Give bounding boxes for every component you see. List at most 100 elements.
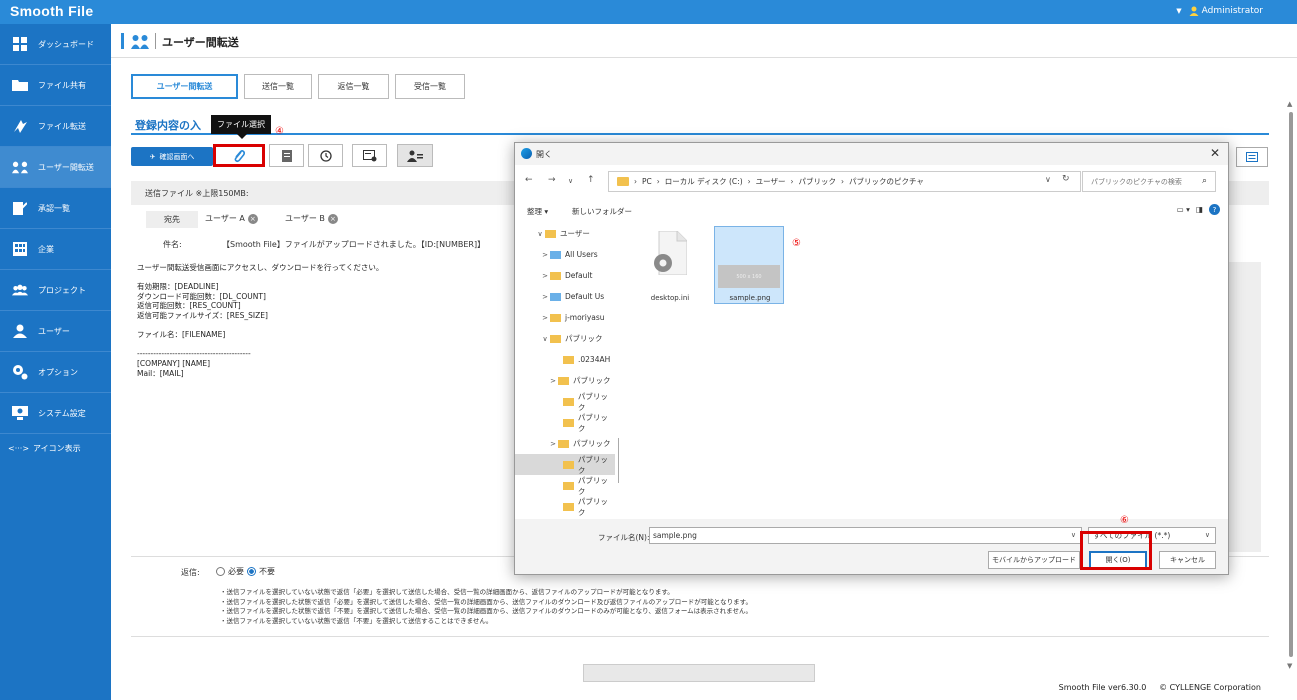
sidebar-item-dashboard[interactable]: ダッシュボード: [0, 24, 111, 65]
recipient-chip: ユーザー B ×: [285, 213, 338, 224]
file-item[interactable]: desktop.ini: [635, 227, 705, 305]
up-icon[interactable]: ↑: [587, 175, 595, 185]
address-bar[interactable]: › PC › ローカル ディスク (C:) › ユーザー › パブリック › パ…: [608, 171, 1081, 192]
folder-icon: [562, 502, 574, 511]
filename-input[interactable]: sample.png ∨: [649, 527, 1082, 544]
tree-scrollbar[interactable]: [618, 438, 619, 483]
sidebar-item-label: ファイル転送: [38, 121, 86, 131]
chevron-down-icon[interactable]: ∨: [568, 177, 573, 185]
tree-item[interactable]: パブリック: [515, 496, 615, 517]
tree-item[interactable]: > パブリック: [515, 433, 615, 454]
tree-item[interactable]: > All Users: [515, 244, 615, 265]
breadcrumb-item[interactable]: ユーザー: [756, 176, 786, 187]
scroll-down-icon[interactable]: ▼: [1287, 662, 1292, 670]
preview-pane-icon[interactable]: ◨: [1196, 205, 1203, 214]
step-marker-6: ⑥: [1120, 515, 1129, 526]
body-line: ユーザー間転送受信画面にアクセスし、ダウンロードを行ってください。: [137, 263, 384, 272]
sidebar-item-company[interactable]: 企業: [0, 229, 111, 270]
confirm-screen-button[interactable]: ✈ 確認画面へ: [131, 147, 213, 166]
tree-item[interactable]: ∨ パブリック: [515, 328, 615, 349]
file-item-selected[interactable]: 500 x 160 sample.png: [714, 226, 784, 304]
tab-received-list[interactable]: 受信一覧: [395, 74, 465, 99]
sidebar-item-label: システム設定: [38, 408, 86, 418]
tree-item[interactable]: > Default: [515, 265, 615, 286]
browser-icon: [521, 148, 532, 159]
breadcrumb-item[interactable]: PC: [642, 177, 652, 186]
breadcrumb-item[interactable]: パブリックのピクチャ: [849, 176, 924, 187]
sidebar-item-project[interactable]: プロジェクト: [0, 270, 111, 311]
building-icon: [12, 241, 28, 257]
sidebar-item-file-share[interactable]: ファイル共有: [0, 65, 111, 106]
subject-input[interactable]: 【Smooth File】ファイルがアップロードされました。【ID:[NUMBE…: [222, 239, 485, 250]
search-input[interactable]: パブリックのピクチャの検索 ⌕: [1082, 171, 1216, 192]
image-thumbnail: 500 x 160: [718, 265, 780, 288]
tree-item-label: パブリック: [573, 376, 611, 385]
reply-required-label: 必要: [228, 567, 244, 576]
reply-not-required-radio[interactable]: [247, 567, 256, 576]
sidebar: ダッシュボード ファイル共有 ファイル転送 ユーザー間転送 承認一覧 企業 プロ…: [0, 24, 111, 700]
tree-item[interactable]: パブリック: [515, 475, 615, 496]
back-icon[interactable]: ←: [525, 175, 533, 185]
tree-item[interactable]: > Default Us: [515, 286, 615, 307]
reply-required-radio[interactable]: [216, 567, 225, 576]
tree-item-selected[interactable]: パブリック: [515, 454, 615, 475]
send-file-label: 送信ファイル ※上限150MB:: [145, 189, 249, 198]
tree-item-label: パブリック: [565, 334, 603, 343]
tree-item[interactable]: > j-moriyasu: [515, 307, 615, 328]
folder-icon: [562, 460, 574, 469]
tree-item[interactable]: ∨ ユーザー: [515, 223, 615, 244]
tree-item[interactable]: > パブリック: [515, 370, 615, 391]
tree-item-label: パブリック: [577, 454, 608, 475]
remove-icon[interactable]: ×: [247, 213, 258, 224]
tree-item-label: パブリック: [577, 496, 608, 517]
tab-reply-list[interactable]: 返信一覧: [318, 74, 389, 99]
forward-icon[interactable]: →: [548, 175, 556, 185]
message-body[interactable]: ユーザー間転送受信画面にアクセスし、ダウンロードを行ってください。 有効期限：[…: [137, 263, 383, 378]
organize-menu[interactable]: 整理 ▾: [527, 206, 548, 217]
page-header: ユーザー間転送: [111, 24, 1297, 58]
tree-item[interactable]: .0234AH: [515, 349, 615, 370]
new-folder-button[interactable]: 新しいフォルダー: [572, 206, 632, 217]
tab-sent-list[interactable]: 送信一覧: [244, 74, 312, 99]
chevron-down-icon[interactable]: ∨: [1071, 531, 1076, 539]
breadcrumb-sep: ›: [634, 177, 637, 186]
sidebar-icon-view-toggle[interactable]: <···> アイコン表示: [0, 438, 111, 458]
sidebar-item-user[interactable]: ユーザー: [0, 311, 111, 352]
preview-area: [1227, 262, 1261, 552]
search-icon: ⌕: [1201, 176, 1207, 186]
sidebar-item-user-transfer[interactable]: ユーザー間転送: [0, 147, 111, 188]
bottom-action-button[interactable]: [583, 664, 815, 682]
chevron-icon: >: [550, 439, 556, 448]
users-transfer-icon: [131, 35, 149, 49]
user-menu[interactable]: ▼ Administrator: [1176, 6, 1263, 16]
chevron-icon: >: [542, 292, 548, 301]
breadcrumb-item[interactable]: パブリック: [798, 176, 836, 187]
help-icon[interactable]: ?: [1209, 204, 1220, 215]
user-select-button[interactable]: [397, 144, 433, 167]
dashboard-icon: [12, 36, 28, 52]
cancel-button[interactable]: キャンセル: [1159, 551, 1216, 569]
file-select-button[interactable]: [213, 144, 265, 167]
list-button[interactable]: [1236, 147, 1268, 167]
sidebar-item-file-transfer[interactable]: ファイル転送: [0, 106, 111, 147]
remove-icon[interactable]: ×: [327, 213, 338, 224]
page-scrollbar[interactable]: ▲ ▼: [1284, 100, 1297, 675]
scroll-up-icon[interactable]: ▲: [1287, 100, 1292, 108]
chevron-down-icon[interactable]: ∨: [1045, 175, 1051, 184]
app-logo[interactable]: Smooth File: [10, 3, 93, 19]
tab-user-transfer[interactable]: ユーザー間転送: [131, 74, 238, 99]
refresh-icon[interactable]: ↻: [1062, 174, 1070, 184]
mobile-upload-button[interactable]: モバイルからアップロード: [988, 551, 1080, 569]
settings-button[interactable]: [352, 144, 387, 167]
tree-item[interactable]: パブリック: [515, 412, 615, 433]
sidebar-item-system-settings[interactable]: システム設定: [0, 393, 111, 434]
breadcrumb-item[interactable]: ローカル ディスク (C:): [665, 176, 743, 187]
tree-item[interactable]: パブリック: [515, 391, 615, 412]
sidebar-item-option[interactable]: オプション: [0, 352, 111, 393]
sidebar-item-approval-list[interactable]: 承認一覧: [0, 188, 111, 229]
close-icon[interactable]: ✕: [1210, 146, 1220, 160]
schedule-button[interactable]: [308, 144, 343, 167]
note-button[interactable]: [269, 144, 304, 167]
scrollbar-thumb[interactable]: [1289, 112, 1293, 657]
view-mode-icon[interactable]: ▭ ▾: [1177, 205, 1190, 214]
